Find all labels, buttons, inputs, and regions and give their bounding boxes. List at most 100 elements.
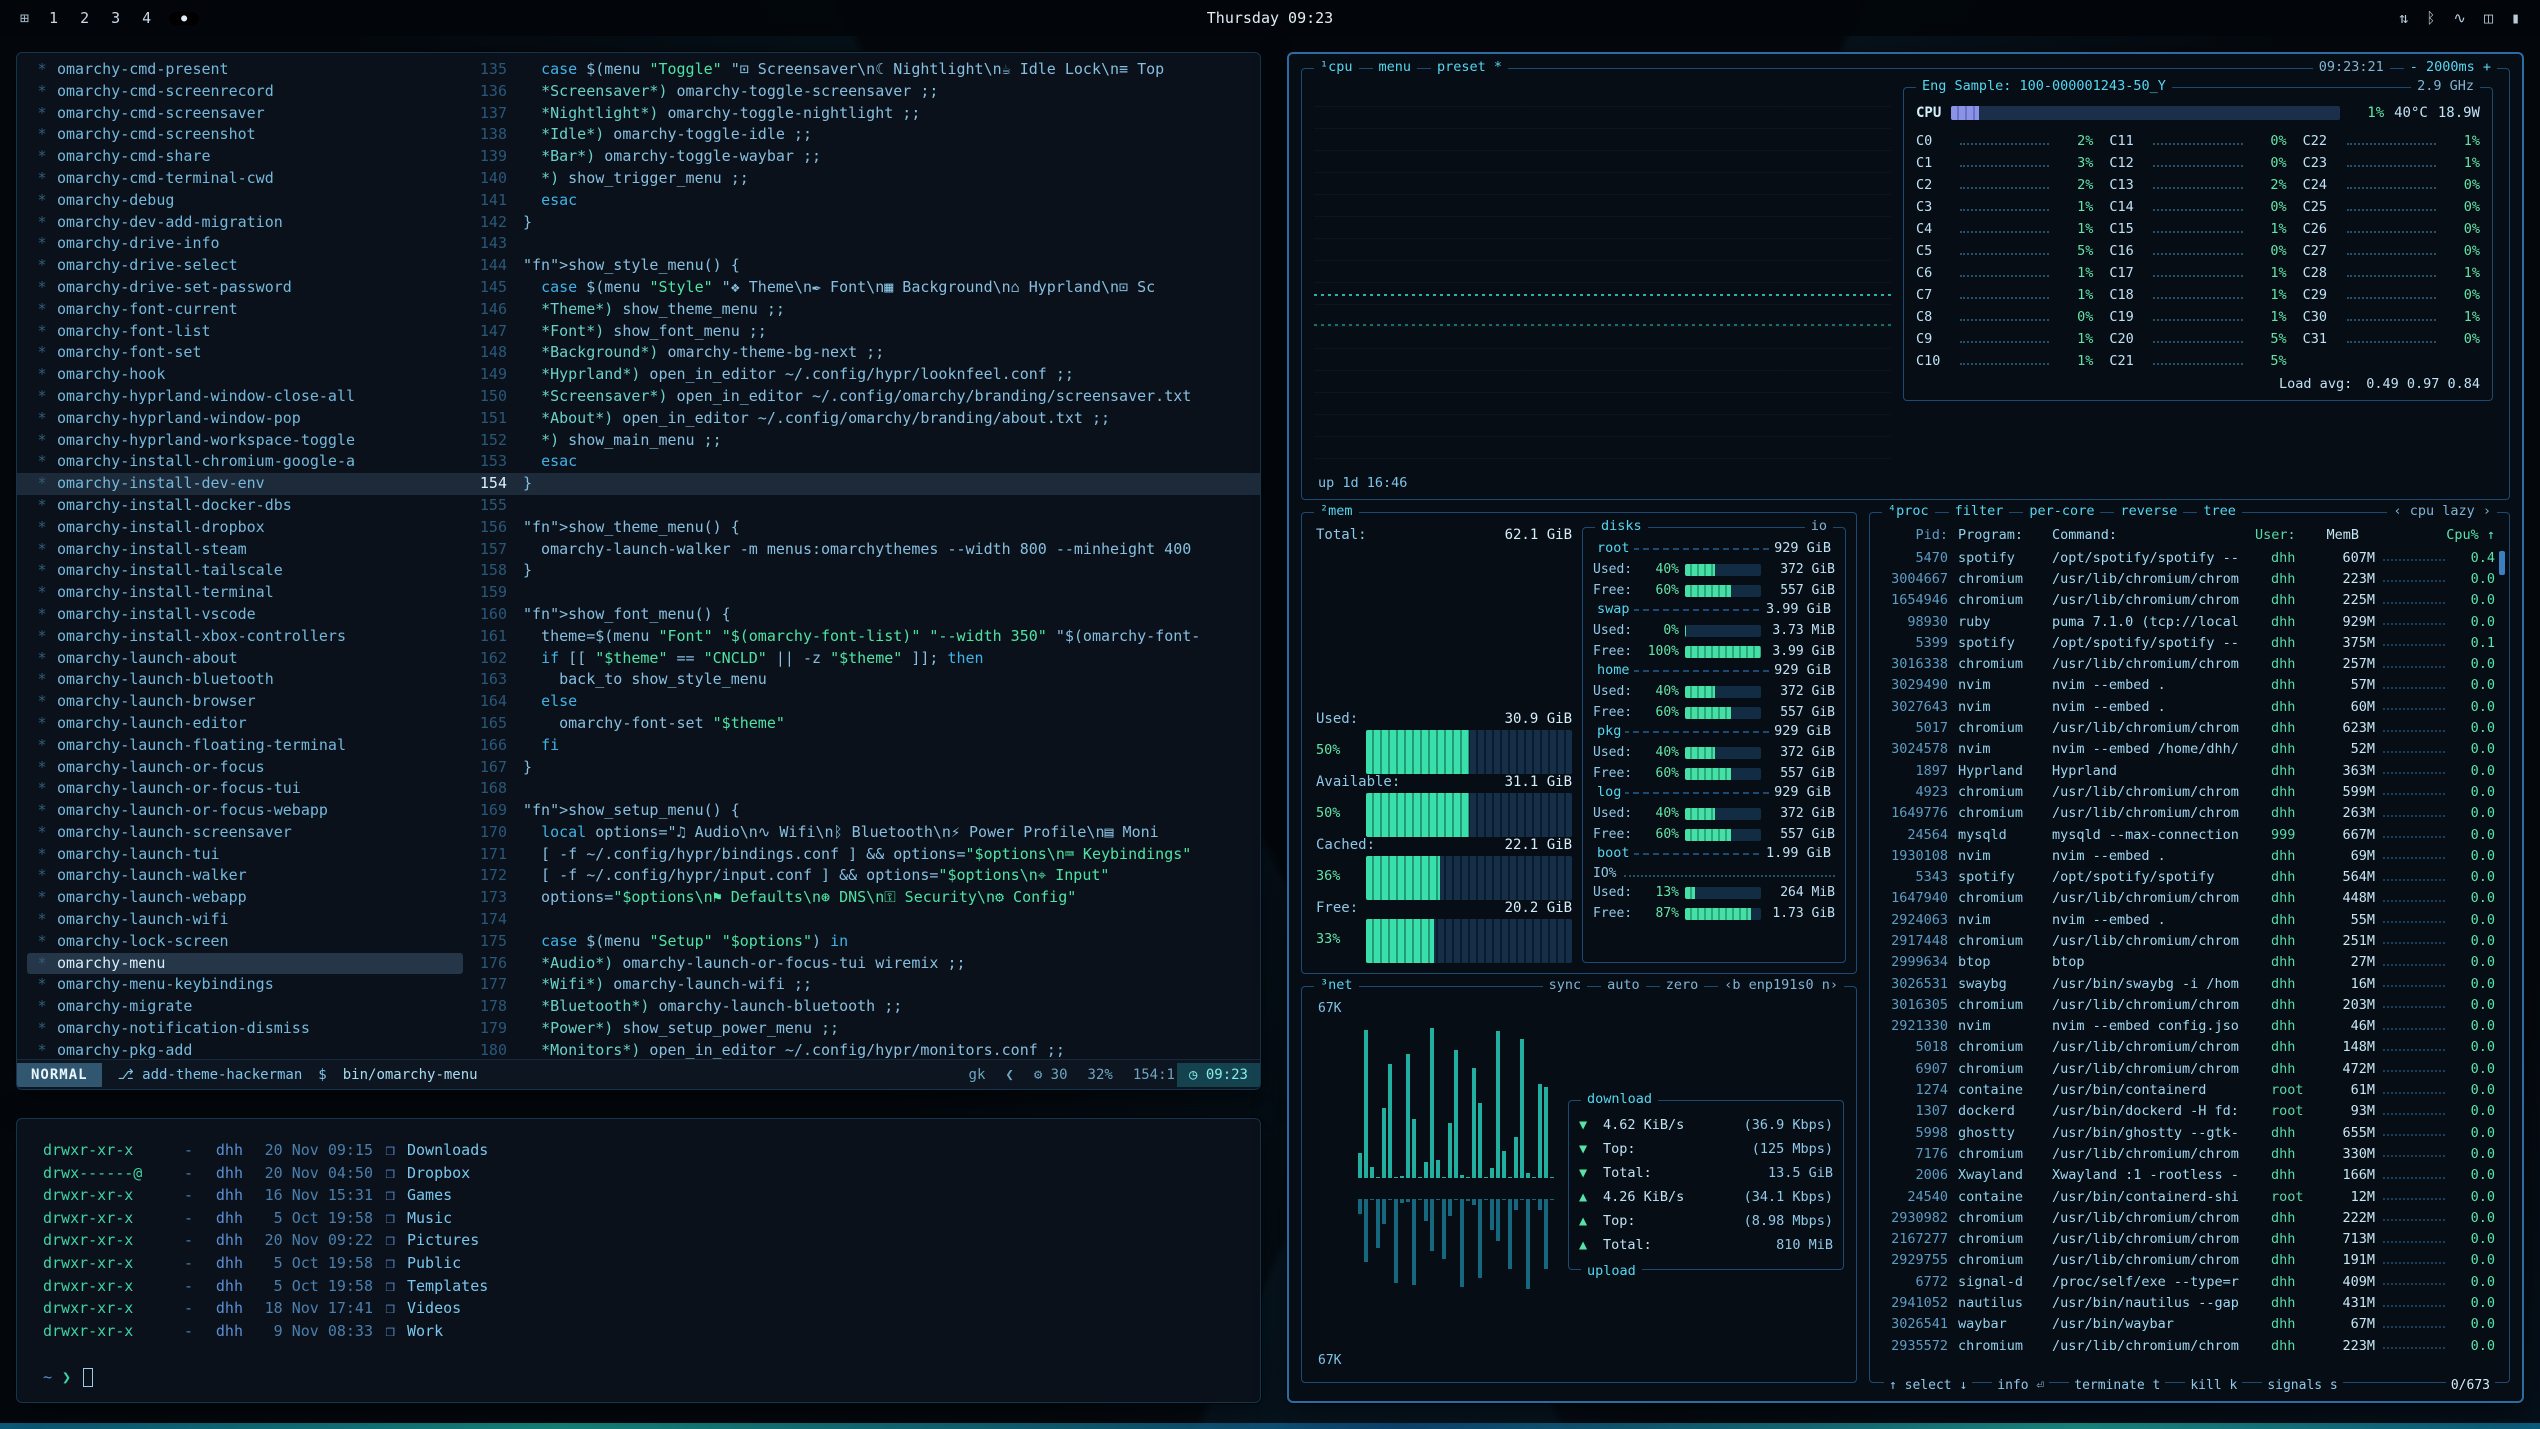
footer-keybind[interactable]: kill k (2185, 1378, 2242, 1393)
file-row[interactable]: * omarchy-menu (27, 953, 463, 975)
io-tab[interactable]: io (1805, 518, 1833, 534)
code-line[interactable]: 163 back_to show_style_menu (467, 669, 1260, 691)
net-option[interactable]: ‹b enp191s0 n› (1718, 977, 1844, 993)
update-interval-control[interactable]: - 2000ms + (2404, 59, 2497, 75)
net-option[interactable]: auto (1601, 977, 1646, 993)
process-row[interactable]: 5018 chromium /usr/lib/chromium/chrom dh… (1882, 1037, 2495, 1058)
file-row[interactable]: * omarchy-lock-screen (27, 931, 463, 953)
process-row[interactable]: 5470 spotify /opt/spotify/spotify -- dhh… (1882, 547, 2495, 568)
code-line[interactable]: 153 esac (467, 451, 1260, 473)
code-line[interactable]: 173 options="$options\n⚑ Defaults\n⊛ DNS… (467, 887, 1260, 909)
cpu-panel-tab[interactable]: preset * (1431, 59, 1508, 75)
file-row[interactable]: * omarchy-launch-screensaver (27, 822, 463, 844)
workspace-button[interactable]: 4 (142, 9, 151, 27)
net-option[interactable]: zero (1660, 977, 1705, 993)
process-row[interactable]: 3026541 waybar /usr/bin/waybar dhh 67M 0… (1882, 1314, 2495, 1335)
file-row[interactable]: * omarchy-hyprland-workspace-toggle (27, 430, 463, 452)
file-row[interactable]: * omarchy-launch-or-focus-tui (27, 778, 463, 800)
process-row[interactable]: 3027643 nvim nvim --embed . dhh 60M 0.0 (1882, 696, 2495, 717)
cpu-panel-tab[interactable]: ¹cpu (1314, 59, 1359, 75)
file-row[interactable]: * omarchy-notification-dismiss (27, 1018, 463, 1040)
process-row[interactable]: 3016338 chromium /usr/lib/chromium/chrom… (1882, 653, 2495, 674)
code-line[interactable]: 167 } (467, 757, 1260, 779)
process-row[interactable]: 2167277 chromium /usr/lib/chromium/chrom… (1882, 1229, 2495, 1250)
tray-icon[interactable]: ∿ (2453, 9, 2466, 27)
file-row[interactable]: * omarchy-debug (27, 190, 463, 212)
footer-keybind[interactable]: ↑ select ↓ (1884, 1378, 1972, 1393)
tray-icon[interactable]: ▮ (2511, 9, 2520, 27)
code-line[interactable]: 136 *Screensaver*) omarchy-toggle-screen… (467, 81, 1260, 103)
code-line[interactable]: 170 local options="♫ Audio\n∿ Wifi\nᛒ Bl… (467, 822, 1260, 844)
file-row[interactable]: * omarchy-font-set (27, 342, 463, 364)
code-line[interactable]: 142 } (467, 212, 1260, 234)
code-line[interactable]: 161 theme=$(menu "Font" "$(omarchy-font-… (467, 626, 1260, 648)
code-line[interactable]: 156 "fn">show_theme_menu() { (467, 517, 1260, 539)
process-row[interactable]: 4923 chromium /usr/lib/chromium/chrom dh… (1882, 781, 2495, 802)
workspace-button[interactable]: 2 (80, 9, 89, 27)
file-row[interactable]: * omarchy-drive-info (27, 233, 463, 255)
file-row[interactable]: * omarchy-install-vscode (27, 604, 463, 626)
shell-prompt[interactable]: ~ ❯ (43, 1366, 1234, 1389)
code-line[interactable]: 176 *Audio*) omarchy-launch-or-focus-tui… (467, 953, 1260, 975)
file-row[interactable]: * omarchy-dev-add-migration (27, 212, 463, 234)
code-line[interactable]: 162 if [[ "$theme" == "CNCLD" || -z "$th… (467, 648, 1260, 670)
file-row[interactable]: * omarchy-install-xbox-controllers (27, 626, 463, 648)
process-row[interactable]: 2941052 nautilus /usr/bin/nautilus --gap… (1882, 1292, 2495, 1313)
file-row[interactable]: * omarchy-install-dropbox (27, 517, 463, 539)
file-row[interactable]: * omarchy-migrate (27, 996, 463, 1018)
file-row[interactable]: * omarchy-launch-about (27, 648, 463, 670)
process-row[interactable]: 3016305 chromium /usr/lib/chromium/chrom… (1882, 994, 2495, 1015)
file-row[interactable]: * omarchy-install-tailscale (27, 560, 463, 582)
proc-option[interactable]: filter (1949, 503, 2010, 519)
process-row[interactable]: 2999634 btop btop dhh 27M 0.0 (1882, 952, 2495, 973)
code-line[interactable]: 159 (467, 582, 1260, 604)
process-scrollbar-thumb[interactable] (2499, 551, 2505, 575)
code-line[interactable]: 152 *) show_main_menu ;; (467, 430, 1260, 452)
file-row[interactable]: * omarchy-launch-walker (27, 865, 463, 887)
process-row[interactable]: 2929755 chromium /usr/lib/chromium/chrom… (1882, 1250, 2495, 1271)
file-row[interactable]: * omarchy-install-dev-env (27, 473, 463, 495)
code-line[interactable]: 141 esac (467, 190, 1260, 212)
tray-icon[interactable]: ⇅ (2399, 9, 2408, 27)
code-line[interactable]: 140 *) show_trigger_menu ;; (467, 168, 1260, 190)
code-line[interactable]: 166 fi (467, 735, 1260, 757)
process-row[interactable]: 2917448 chromium /usr/lib/chromium/chrom… (1882, 930, 2495, 951)
process-row[interactable]: 24540 containe /usr/bin/containerd-shi r… (1882, 1186, 2495, 1207)
process-row[interactable]: 1647940 chromium /usr/lib/chromium/chrom… (1882, 888, 2495, 909)
file-row[interactable]: * omarchy-drive-select (27, 255, 463, 277)
code-line[interactable]: 177 *Wifi*) omarchy-launch-wifi ;; (467, 974, 1260, 996)
header-command[interactable]: Command: (2052, 527, 2255, 543)
proc-option[interactable]: per-core (2023, 503, 2100, 519)
file-row[interactable]: * omarchy-menu-keybindings (27, 974, 463, 996)
workspace-button[interactable]: 3 (111, 9, 120, 27)
process-row[interactable]: 6772 signal-d /proc/self/exe --type=r dh… (1882, 1271, 2495, 1292)
process-row[interactable]: 2935572 chromium /usr/lib/chromium/chrom… (1882, 1335, 2495, 1356)
code-line[interactable]: 144 "fn">show_style_menu() { (467, 255, 1260, 277)
process-row[interactable]: 1654946 chromium /usr/lib/chromium/chrom… (1882, 590, 2495, 611)
process-row[interactable]: 1930108 nvim nvim --embed . dhh 69M 0.0 (1882, 845, 2495, 866)
header-cpu[interactable]: Cpu% ↑ (2437, 527, 2495, 543)
process-row[interactable]: 2930982 chromium /usr/lib/chromium/chrom… (1882, 1207, 2495, 1228)
process-row[interactable]: 1307 dockerd /usr/bin/dockerd -H fd: roo… (1882, 1101, 2495, 1122)
workspace-button[interactable]: 1 (49, 9, 58, 27)
file-row[interactable]: * omarchy-launch-bluetooth (27, 669, 463, 691)
launcher-icon[interactable]: ⊞ (20, 9, 29, 27)
process-row[interactable]: 1649776 chromium /usr/lib/chromium/chrom… (1882, 803, 2495, 824)
proc-sort-control[interactable]: ‹ cpu lazy › (2387, 503, 2497, 519)
header-user[interactable]: User: (2255, 527, 2307, 543)
footer-keybind[interactable]: info ⏎ (1992, 1378, 2049, 1393)
proc-option[interactable]: tree (2197, 503, 2242, 519)
file-row[interactable]: * omarchy-launch-floating-terminal (27, 735, 463, 757)
file-row[interactable]: * omarchy-install-steam (27, 539, 463, 561)
file-row[interactable]: * omarchy-hyprland-window-pop (27, 408, 463, 430)
net-panel-tab[interactable]: ³net (1314, 977, 1359, 993)
code-line[interactable]: 180 *Monitors*) open_in_editor ~/.config… (467, 1040, 1260, 1059)
process-row[interactable]: 5343 spotify /opt/spotify/spotify dhh 56… (1882, 866, 2495, 887)
process-row[interactable]: 5998 ghostty /usr/bin/ghostty --gtk- dhh… (1882, 1122, 2495, 1143)
code-line[interactable]: 179 *Power*) show_setup_power_menu ;; (467, 1018, 1260, 1040)
code-line[interactable]: 164 else (467, 691, 1260, 713)
file-row[interactable]: * omarchy-install-chromium-google-a (27, 451, 463, 473)
file-row[interactable]: * omarchy-hyprland-window-close-all (27, 386, 463, 408)
net-option[interactable]: sync (1543, 977, 1588, 993)
file-row[interactable]: * omarchy-install-terminal (27, 582, 463, 604)
